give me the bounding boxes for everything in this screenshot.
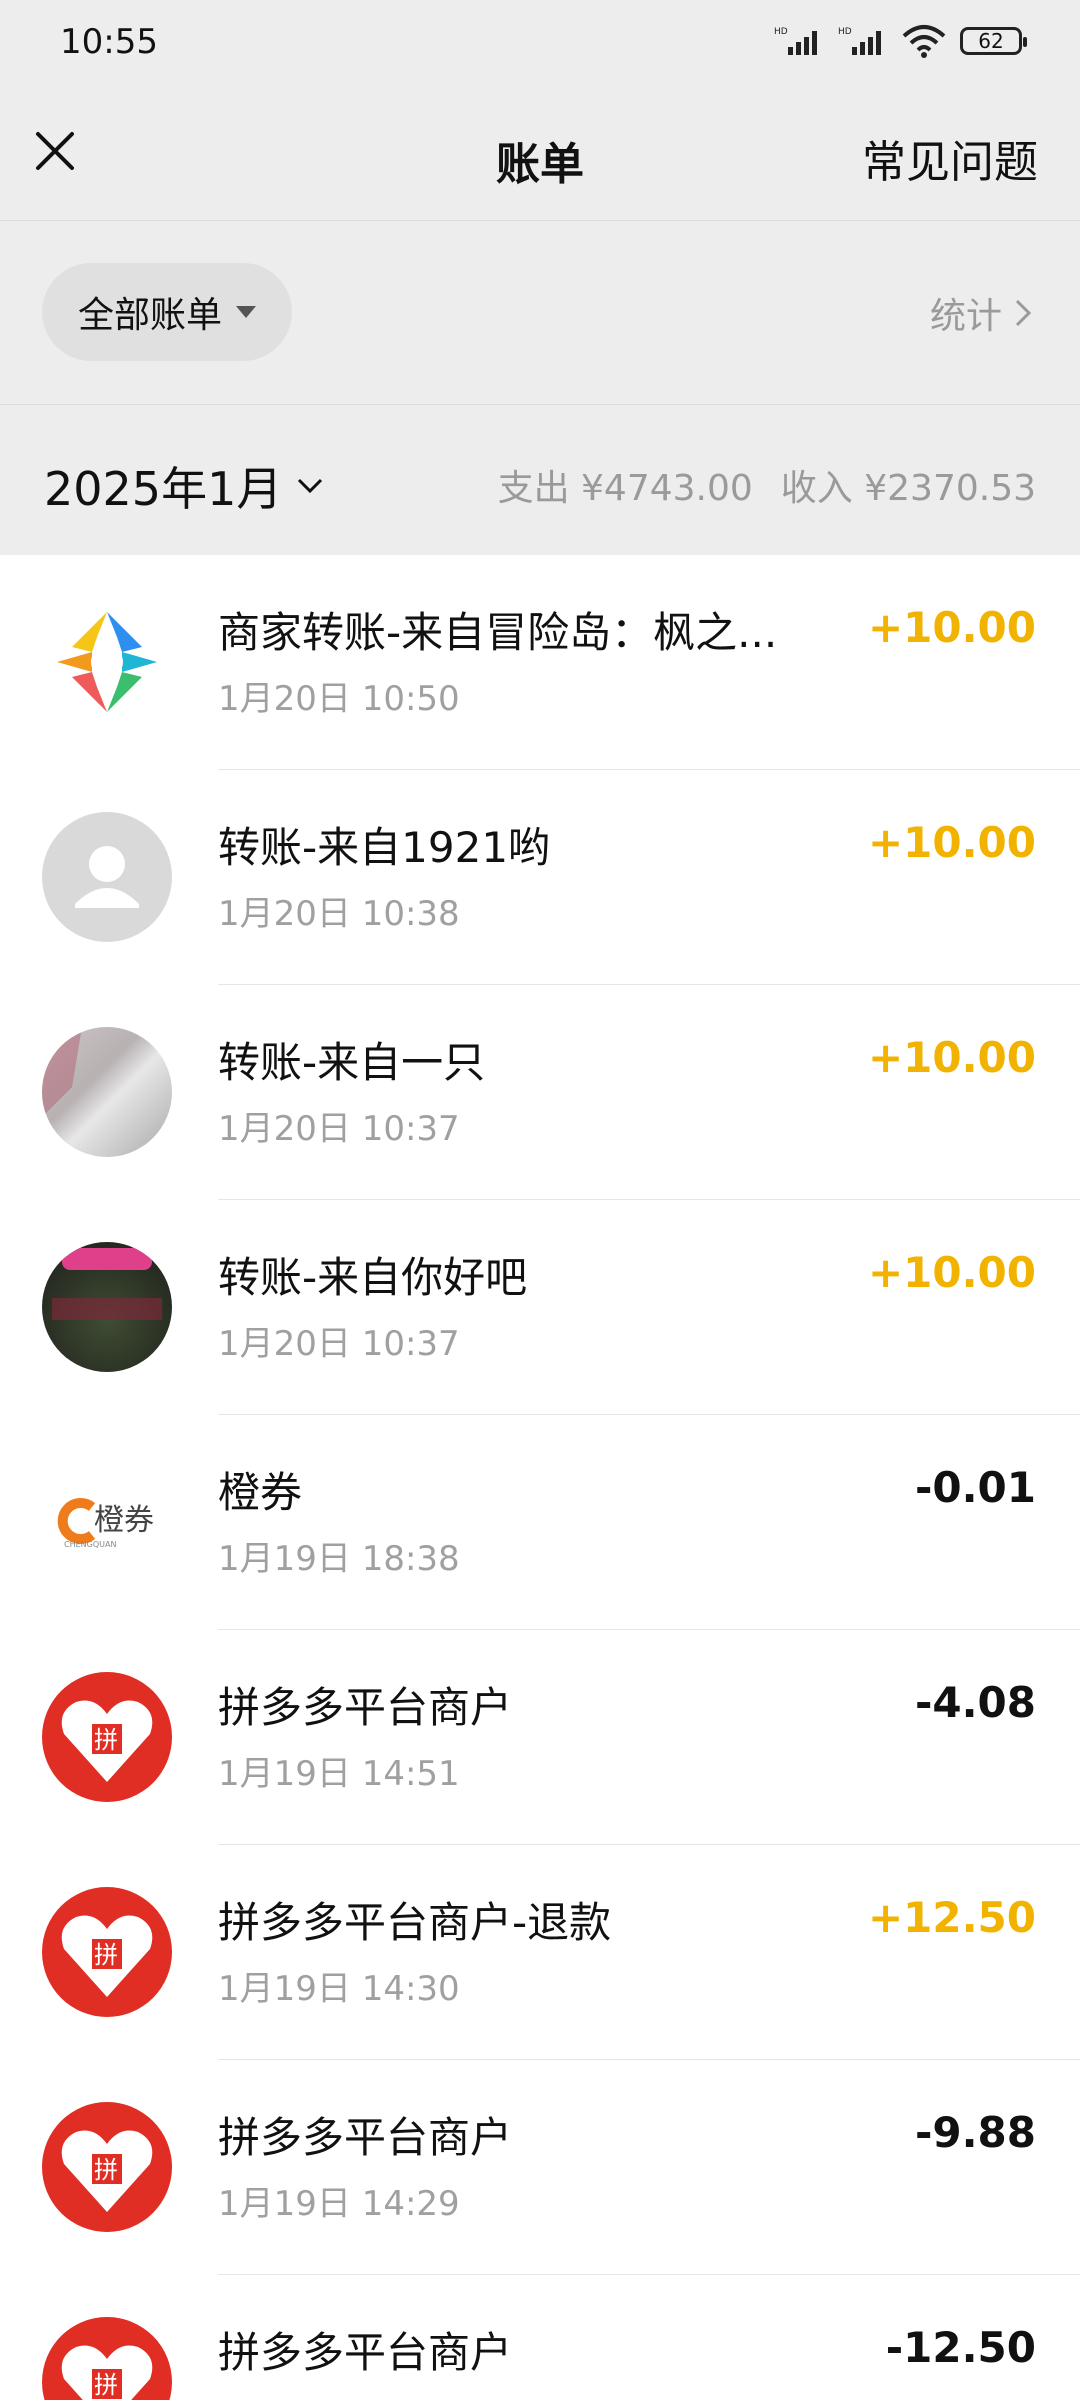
navigation-bar: 账单 常见问题 — [0, 90, 1080, 221]
transaction-title: 转账-来自你好吧 — [218, 1253, 528, 1302]
transaction-row[interactable]: 商家转账-来自冒险岛：枫之... 1月20日 10:50 +10.00 — [0, 555, 1080, 770]
transaction-date: 1月19日 14:51 — [218, 1754, 460, 1794]
transaction-date: 1月20日 10:37 — [218, 1324, 460, 1364]
faq-link[interactable]: 常见问题 — [862, 126, 1038, 190]
transaction-row[interactable]: 转账-来自一只 1月20日 10:37 +10.00 — [0, 985, 1080, 1200]
month-selector[interactable]: 2025年1月 — [44, 453, 324, 519]
default-user-avatar-icon — [42, 812, 172, 942]
income-total: 收入 ¥2370.53 — [780, 468, 1036, 509]
transaction-date: 1月20日 10:38 — [218, 894, 460, 934]
month-summary-bar: 2025年1月 支出 ¥4743.00 收入 ¥2370.53 — [0, 405, 1080, 555]
battery-icon: 62 — [960, 27, 1027, 55]
transaction-title: 转账-来自1921哟 — [218, 823, 551, 872]
filter-bar: 全部账单 统计 — [0, 221, 1080, 405]
chengquan-logo-subtext: CHENGQUAN — [64, 1540, 116, 1549]
transaction-amount: +10.00 — [867, 1033, 1036, 1082]
transaction-amount: +10.00 — [867, 818, 1036, 867]
month-label: 2025年1月 — [44, 462, 283, 516]
chengquan-logo-text: 橙券 — [94, 1503, 154, 1538]
transaction-row[interactable]: 拼 拼多多平台商户 1月19日 14:51 -4.08 — [0, 1630, 1080, 1845]
transaction-amount: -9.88 — [914, 2108, 1036, 2157]
transaction-row[interactable]: 拼 拼多多平台商户 -12.50 — [0, 2275, 1080, 2400]
dropdown-triangle-icon — [236, 306, 256, 318]
signal-hd-icon: HD — [838, 27, 881, 55]
bill-filter-dropdown[interactable]: 全部账单 — [42, 263, 292, 361]
battery-level: 62 — [978, 29, 1004, 53]
transaction-date: 1月20日 10:50 — [218, 679, 460, 719]
transaction-row[interactable]: 转账-来自1921哟 1月20日 10:38 +10.00 — [0, 770, 1080, 985]
close-icon[interactable] — [30, 126, 80, 176]
transaction-title: 拼多多平台商户 — [218, 2113, 513, 2162]
svg-text:拼: 拼 — [94, 2156, 118, 2184]
svg-text:拼: 拼 — [94, 2371, 118, 2399]
chevron-right-icon — [1015, 299, 1032, 327]
statistics-link[interactable]: 统计 — [930, 287, 1032, 339]
svg-text:HD: HD — [774, 27, 788, 37]
status-bar: 10:55 HD HD 62 — [0, 0, 1080, 90]
transaction-amount: -0.01 — [914, 1463, 1036, 1512]
transaction-title: 拼多多平台商户 — [218, 1683, 513, 1732]
transaction-amount: +10.00 — [867, 603, 1036, 652]
avatar-photo — [42, 1027, 172, 1157]
pinduoduo-logo-icon: 拼 — [42, 1672, 172, 1802]
transaction-amount: -4.08 — [914, 1678, 1036, 1727]
svg-text:拼: 拼 — [94, 1941, 118, 1969]
transaction-row[interactable]: 拼 拼多多平台商户-退款 1月19日 14:30 +12.50 — [0, 1845, 1080, 2060]
signal-hd-icon: HD — [774, 27, 817, 55]
transaction-amount: +12.50 — [867, 1893, 1036, 1942]
transaction-date: 1月20日 10:37 — [218, 1109, 460, 1149]
pinduoduo-logo-icon: 拼 — [42, 2102, 172, 2232]
wifi-icon — [902, 25, 946, 58]
pinduoduo-logo-icon: 拼 — [42, 1887, 172, 2017]
svg-text:HD: HD — [838, 27, 852, 37]
transaction-amount: -12.50 — [885, 2323, 1036, 2372]
month-totals: 支出 ¥4743.00 收入 ¥2370.53 — [498, 459, 1036, 511]
maplestory-logo-icon — [42, 597, 172, 727]
bill-filter-label: 全部账单 — [77, 295, 222, 336]
chengquan-logo-icon: 橙券 CHENGQUAN — [42, 1457, 172, 1587]
expense-total: 支出 ¥4743.00 — [497, 468, 753, 509]
status-icons: HD HD 62 — [774, 24, 1027, 58]
transaction-row[interactable]: 拼 拼多多平台商户 1月19日 14:29 -9.88 — [0, 2060, 1080, 2275]
transaction-row[interactable]: 转账-来自你好吧 1月20日 10:37 +10.00 — [0, 1200, 1080, 1415]
transaction-date: 1月19日 14:30 — [218, 1969, 460, 2009]
transaction-title: 拼多多平台商户 — [218, 2328, 513, 2377]
avatar-photo — [42, 1242, 172, 1372]
pinduoduo-logo-icon: 拼 — [42, 2317, 172, 2400]
transaction-date: 1月19日 14:29 — [218, 2184, 460, 2224]
transaction-title: 商家转账-来自冒险岛：枫之... — [218, 608, 778, 657]
chevron-down-icon — [298, 478, 323, 494]
transaction-row[interactable]: 橙券 CHENGQUAN 橙券 1月19日 18:38 -0.01 — [0, 1415, 1080, 1630]
transaction-amount: +10.00 — [867, 1248, 1036, 1297]
transaction-title: 橙券 — [218, 1468, 303, 1517]
svg-text:拼: 拼 — [94, 1726, 118, 1754]
transaction-title: 拼多多平台商户-退款 — [218, 1898, 612, 1947]
status-time: 10:55 — [60, 22, 158, 62]
transaction-title: 转账-来自一只 — [218, 1038, 486, 1087]
statistics-label: 统计 — [929, 296, 1002, 337]
transaction-list: 商家转账-来自冒险岛：枫之... 1月20日 10:50 +10.00 转账-来… — [0, 555, 1080, 2400]
transaction-date: 1月19日 18:38 — [218, 1539, 460, 1579]
